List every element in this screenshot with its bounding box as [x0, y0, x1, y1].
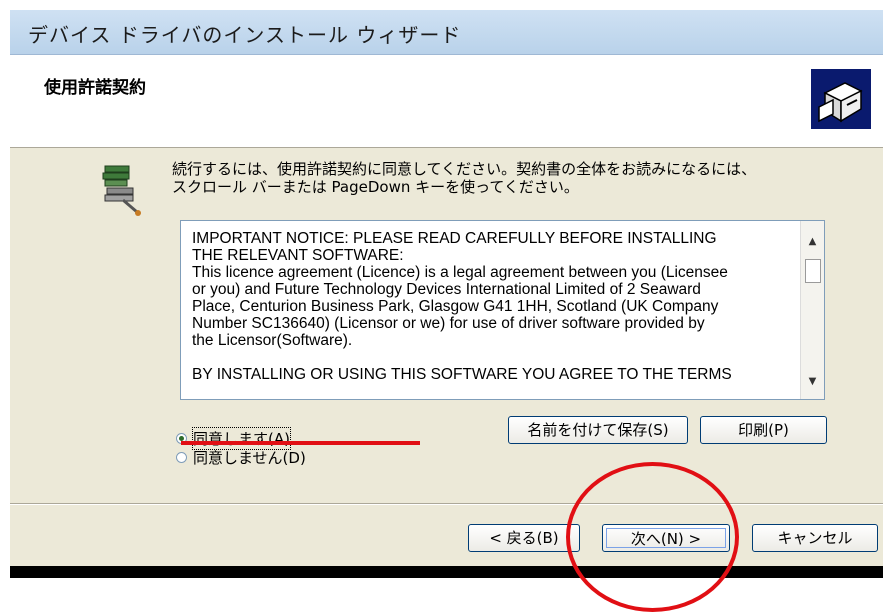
agree-option[interactable]: 同意します(A) — [176, 427, 291, 450]
disagree-option[interactable]: 同意しません(D) — [176, 447, 306, 468]
license-scrollbar[interactable]: ▲ ▼ — [800, 221, 824, 399]
footer-separator — [10, 503, 883, 505]
license-text-area[interactable]: IMPORTANT NOTICE: PLEASE READ CAREFULLY … — [180, 220, 825, 400]
annotation-underline — [181, 441, 420, 445]
page-title: 使用許諾契約 — [44, 78, 146, 98]
wizard-dialog: デバイス ドライバのインストール ウィザード 使用許諾契約 続行するには、使用許… — [10, 10, 883, 566]
save-as-button[interactable]: 名前を付けて保存(S) — [508, 416, 688, 444]
cancel-button[interactable]: キャンセル — [752, 524, 878, 552]
instruction-line-2: スクロール バーまたは PageDown キーを使ってください。 — [172, 178, 579, 196]
license-text: IMPORTANT NOTICE: PLEASE READ CAREFULLY … — [192, 230, 792, 399]
driver-package-icon — [85, 160, 145, 218]
window-title: デバイス ドライバのインストール ウィザード — [28, 23, 462, 47]
disagree-label[interactable]: 同意しません(D) — [193, 447, 306, 468]
license-paragraph-2: BY INSTALLING OR USING THIS SOFTWARE YOU… — [192, 366, 732, 383]
instruction-text: 続行するには、使用許諾契約に同意してください。契約書の全体をお読みになるには、 … — [172, 160, 852, 196]
instruction-line-1: 続行するには、使用許諾契約に同意してください。契約書の全体をお読みになるには、 — [172, 160, 757, 178]
back-button[interactable]: < 戻る(B) — [468, 524, 580, 552]
license-paragraph-1: IMPORTANT NOTICE: PLEASE READ CAREFULLY … — [192, 230, 728, 349]
annotation-circle — [566, 462, 739, 612]
screenshot-frame: デバイス ドライバのインストール ウィザード 使用許諾契約 続行するには、使用許… — [10, 10, 883, 578]
scroll-up-arrow-icon[interactable]: ▲ — [801, 231, 824, 253]
wizard-header: 使用許諾契約 — [10, 55, 883, 148]
agree-label[interactable]: 同意します(A) — [192, 427, 291, 450]
disagree-radio[interactable] — [176, 452, 187, 463]
scroll-thumb[interactable] — [805, 259, 821, 283]
title-bar[interactable]: デバイス ドライバのインストール ウィザード — [10, 10, 883, 55]
driver-install-icon — [811, 69, 871, 129]
scroll-down-arrow-icon[interactable]: ▼ — [801, 371, 824, 393]
print-button[interactable]: 印刷(P) — [700, 416, 827, 444]
